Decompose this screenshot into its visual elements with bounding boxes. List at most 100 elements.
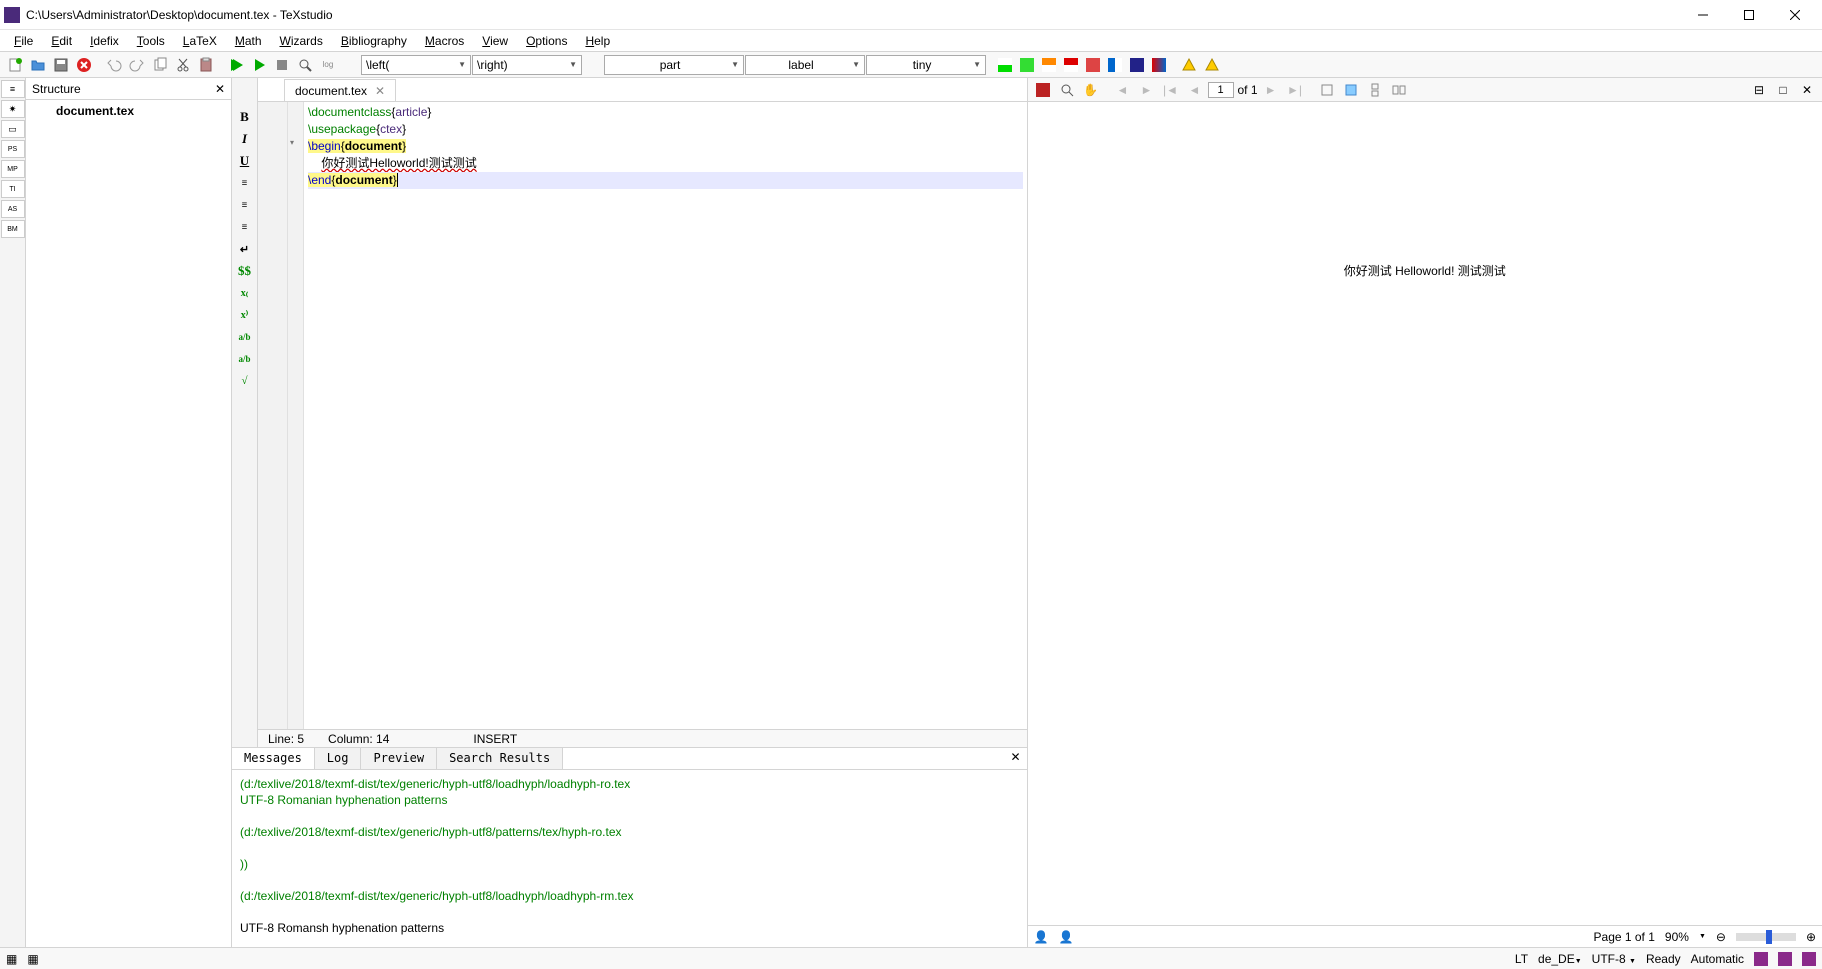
pdf-icon[interactable] — [1032, 79, 1054, 101]
pdf-forward-icon[interactable]: ► — [1136, 79, 1158, 101]
logtab-preview[interactable]: Preview — [361, 748, 437, 769]
bookmark3-icon[interactable] — [1802, 952, 1816, 966]
hl-green[interactable] — [994, 54, 1016, 76]
menu-help[interactable]: Help — [577, 32, 618, 50]
right-bracket-combo[interactable]: \right)▼ — [472, 55, 582, 75]
pdf-back-icon[interactable]: ◄ — [1112, 79, 1134, 101]
undo-button[interactable] — [103, 54, 125, 76]
frac-button[interactable]: a/b — [234, 328, 256, 346]
inline-math-button[interactable]: $$ — [234, 262, 256, 280]
hl-red[interactable] — [1060, 54, 1082, 76]
left-panel-1[interactable]: PS — [1, 140, 25, 158]
open-button[interactable] — [27, 54, 49, 76]
redo-button[interactable] — [126, 54, 148, 76]
pdf-enlarge-icon[interactable] — [1340, 79, 1362, 101]
hl-blue[interactable] — [1104, 54, 1126, 76]
pdf-search-icon[interactable] — [1056, 79, 1078, 101]
left-panel-3[interactable]: TI — [1, 180, 25, 198]
menu-options[interactable]: Options — [518, 32, 575, 50]
pdf-first-icon[interactable]: |◄ — [1160, 79, 1182, 101]
dfrac-button[interactable]: a/b — [234, 350, 256, 368]
build-view-button[interactable] — [225, 54, 247, 76]
stop-button[interactable] — [271, 54, 293, 76]
menu-tools[interactable]: Tools — [129, 32, 173, 50]
hl-orange[interactable] — [1038, 54, 1060, 76]
lt-indicator[interactable]: LT — [1515, 952, 1528, 966]
pdf-close-icon[interactable]: ✕ — [1796, 79, 1818, 101]
new-button[interactable] — [4, 54, 26, 76]
paste-button[interactable] — [195, 54, 217, 76]
pdf-dual-icon[interactable] — [1388, 79, 1410, 101]
tab-close-icon[interactable]: ✕ — [375, 84, 385, 98]
view-log-button[interactable]: log — [317, 54, 339, 76]
copy-button[interactable] — [149, 54, 171, 76]
save-button[interactable] — [50, 54, 72, 76]
align-right-button[interactable]: ≡ — [234, 218, 256, 236]
pdf-continuous-icon[interactable] — [1364, 79, 1386, 101]
sidebar-toggle-icon[interactable]: ▦ — [6, 952, 17, 966]
pdf-zoom-in-icon[interactable]: ⊕ — [1806, 930, 1816, 944]
pdf-user2-icon[interactable]: 👤 — [1058, 930, 1073, 944]
warning-prev-icon[interactable] — [1178, 54, 1200, 76]
menu-idefix[interactable]: Idefix — [82, 32, 127, 50]
pdf-zoom-out-icon[interactable]: ⊖ — [1716, 930, 1726, 944]
menu-latex[interactable]: LaTeX — [175, 32, 225, 50]
label-combo[interactable]: label▼ — [745, 55, 865, 75]
menu-edit[interactable]: Edit — [43, 32, 80, 50]
pdf-next-icon[interactable]: ► — [1260, 79, 1282, 101]
bookmark2-icon[interactable] — [1778, 952, 1792, 966]
lang-selector[interactable]: de_DE▼ — [1538, 952, 1582, 966]
structure-file[interactable]: document.tex — [34, 104, 223, 118]
pdf-zoom-slider[interactable] — [1736, 933, 1796, 941]
menu-file[interactable]: File — [6, 32, 41, 50]
structure-toggle[interactable]: ≡ — [1, 80, 25, 98]
menu-bibliography[interactable]: Bibliography — [333, 32, 415, 50]
logtab-search[interactable]: Search Results — [437, 748, 563, 769]
pdf-fit-icon[interactable] — [1316, 79, 1338, 101]
subscript-button[interactable]: x₍ — [234, 284, 256, 302]
root-selector[interactable]: Automatic — [1691, 952, 1744, 966]
menu-macros[interactable]: Macros — [417, 32, 472, 50]
align-left-button[interactable]: ≡ — [234, 174, 256, 192]
encoding-selector[interactable]: UTF-8 ▼ — [1592, 952, 1636, 966]
menu-view[interactable]: View — [474, 32, 516, 50]
minimize-button[interactable] — [1680, 0, 1726, 30]
box-panel[interactable]: ▭ — [1, 120, 25, 138]
pdf-last-icon[interactable]: ►| — [1284, 79, 1306, 101]
superscript-button[interactable]: x⁾ — [234, 306, 256, 324]
left-panel-4[interactable]: AS — [1, 200, 25, 218]
pdf-hand-icon[interactable]: ✋ — [1080, 79, 1102, 101]
close-button[interactable] — [1772, 0, 1818, 30]
structure-close-icon[interactable]: ✕ — [215, 82, 225, 96]
maximize-button[interactable] — [1726, 0, 1772, 30]
compile-button[interactable] — [248, 54, 270, 76]
menu-math[interactable]: Math — [227, 32, 270, 50]
newline-button[interactable]: ↵ — [234, 240, 256, 258]
italic-button[interactable]: I — [234, 130, 256, 148]
view-button[interactable] — [294, 54, 316, 76]
sqrt-button[interactable]: √ — [234, 372, 256, 390]
font-size-combo[interactable]: tiny▼ — [866, 55, 986, 75]
hl-lime[interactable] — [1016, 54, 1038, 76]
align-center-button[interactable]: ≡ — [234, 196, 256, 214]
code-editor[interactable]: ▾ \documentclass{article} \usepackage{ct… — [258, 102, 1027, 729]
underline-button[interactable]: U — [234, 152, 256, 170]
menu-wizards[interactable]: Wizards — [272, 32, 331, 50]
bold-button[interactable]: B — [234, 108, 256, 126]
hl-navy[interactable] — [1126, 54, 1148, 76]
close-doc-button[interactable] — [73, 54, 95, 76]
bookmark1-icon[interactable] — [1754, 952, 1768, 966]
logtab-log[interactable]: Log — [315, 748, 362, 769]
code-area[interactable]: \documentclass{article} \usepackage{ctex… — [304, 102, 1027, 729]
star-panel[interactable]: ✷ — [1, 100, 25, 118]
left-panel-5[interactable]: BM — [1, 220, 25, 238]
left-panel-2[interactable]: MP — [1, 160, 25, 178]
pdf-canvas[interactable]: 你好测试 Helloworld! 测试测试 — [1028, 102, 1822, 925]
pdf-windowed-icon[interactable]: ⊟ — [1748, 79, 1770, 101]
hl-red2[interactable] — [1082, 54, 1104, 76]
cut-button[interactable] — [172, 54, 194, 76]
left-bracket-combo[interactable]: \left(▼ — [361, 55, 471, 75]
warning-next-icon[interactable] — [1201, 54, 1223, 76]
pdf-user1-icon[interactable]: 👤 — [1034, 930, 1049, 944]
pdf-page-input[interactable] — [1208, 82, 1234, 98]
